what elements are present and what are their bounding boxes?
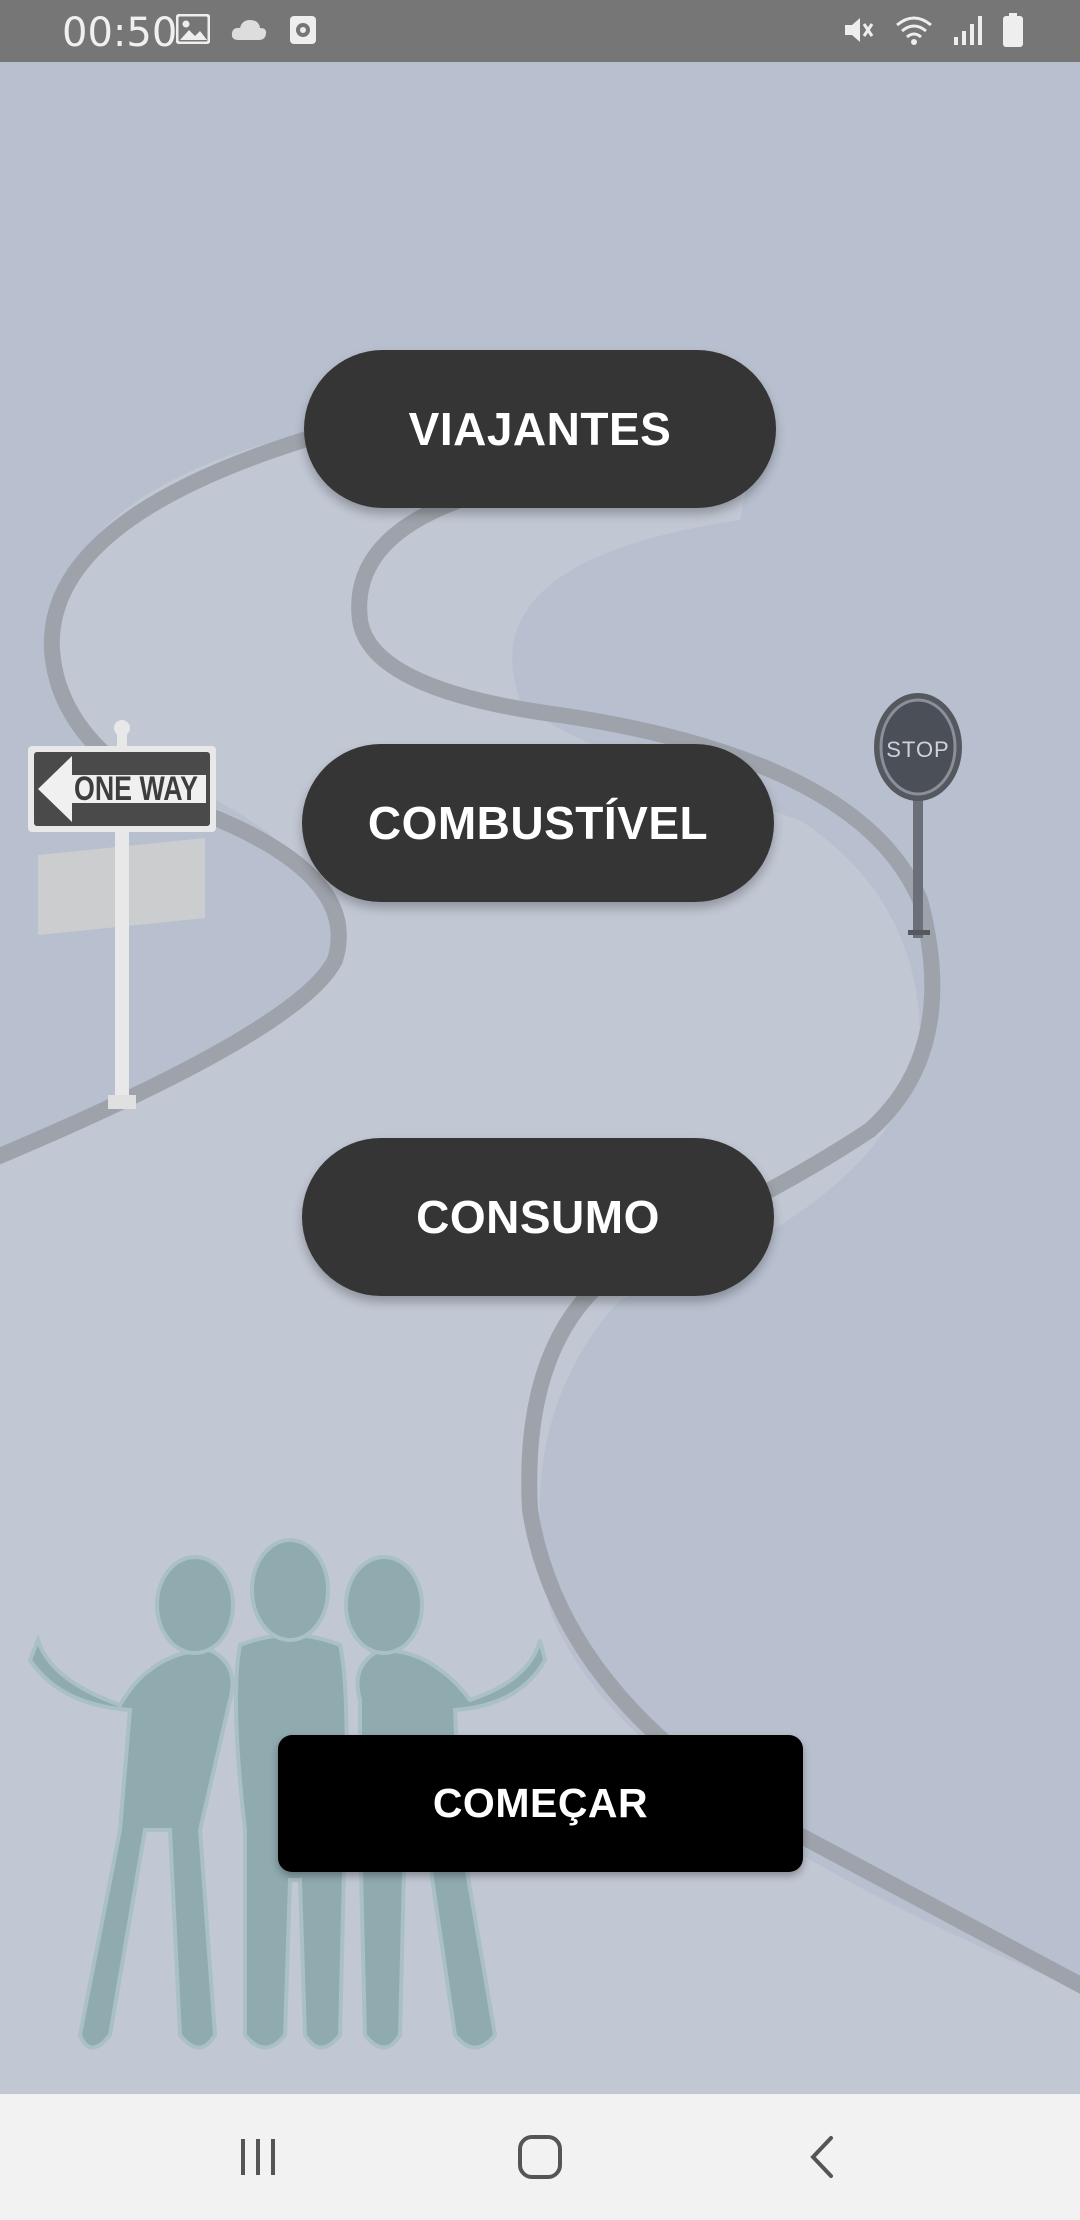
navigation-bar: [0, 2094, 1080, 2220]
recents-icon: [241, 2139, 275, 2175]
status-time: 00:50: [62, 10, 178, 56]
image-icon: [175, 13, 211, 51]
one-way-sign-text: ONE WAY: [74, 770, 198, 808]
start-button[interactable]: COMEÇAR: [278, 1735, 803, 1872]
home-button[interactable]: [470, 2094, 610, 2220]
mute-icon: [842, 13, 876, 52]
back-button[interactable]: [752, 2094, 892, 2220]
status-right-icons: [842, 12, 1024, 53]
stop-sign-text: STOP: [886, 737, 950, 762]
viajantes-button[interactable]: VIAJANTES: [304, 350, 776, 508]
status-left-icons: [175, 13, 318, 51]
consumo-button[interactable]: CONSUMO: [302, 1138, 774, 1296]
home-icon: [518, 2135, 562, 2179]
cloud-icon: [230, 14, 268, 51]
recents-button[interactable]: [188, 2094, 328, 2220]
combustivel-button[interactable]: COMBUSTÍVEL: [302, 744, 774, 902]
signal-icon: [952, 13, 984, 52]
back-icon: [810, 2136, 833, 2178]
screen-record-icon: [288, 14, 318, 51]
wifi-icon: [894, 13, 934, 52]
battery-icon: [1002, 12, 1024, 53]
status-bar: 00:50: [0, 0, 1080, 62]
